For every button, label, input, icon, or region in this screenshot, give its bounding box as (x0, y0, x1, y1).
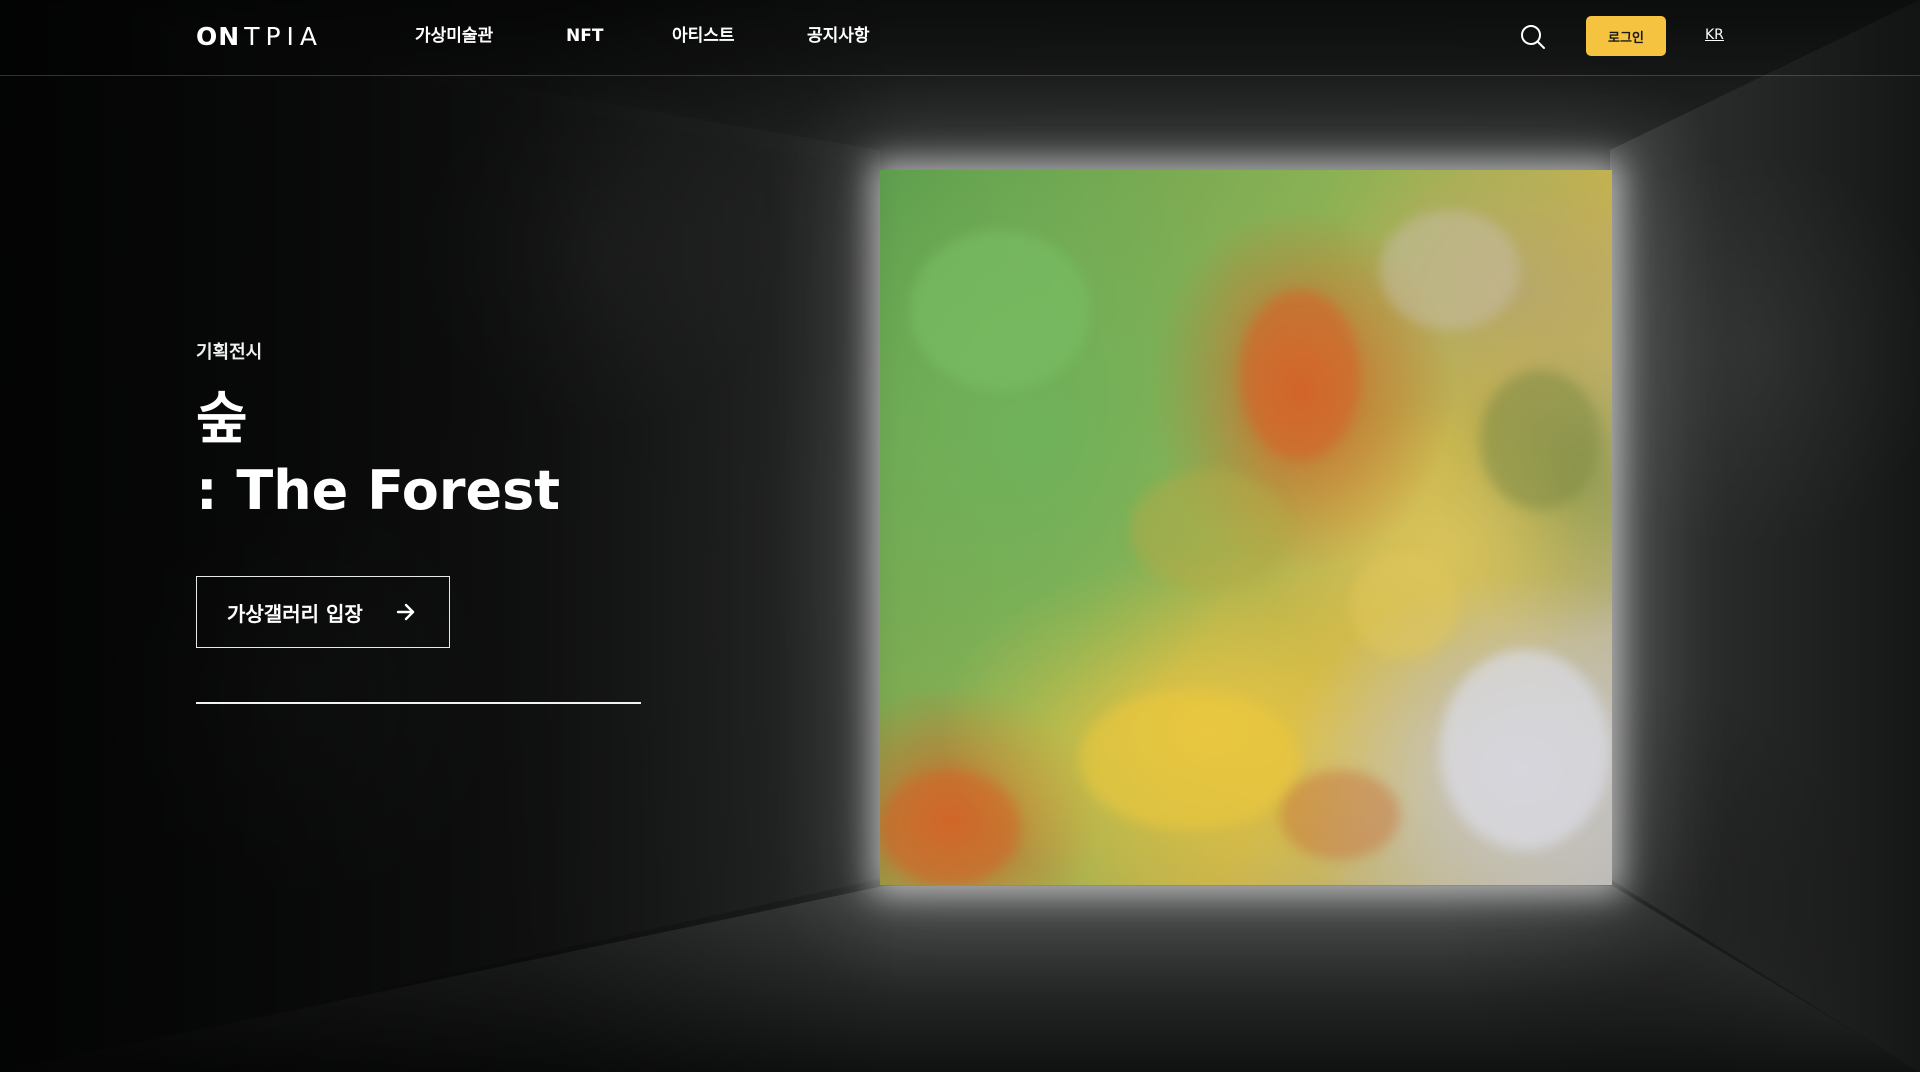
language-selector[interactable]: KR (1705, 27, 1724, 43)
exhibition-category: 기획전시 (196, 342, 263, 363)
nav-nft[interactable]: NFT (566, 24, 603, 48)
logo-bold-text: ON (196, 22, 241, 51)
ontpia-logo[interactable]: ON TPIA (196, 20, 323, 54)
nav-artists[interactable]: 아티스트 (672, 24, 735, 48)
exhibition-title-korean: 숲 (196, 387, 248, 452)
hero-stage: ON TPIA 가상미술관 NFT 아티스트 공지사항 로그인 KR 기획전시 숲… (0, 0, 1920, 1072)
login-button[interactable]: 로그인 (1586, 16, 1666, 56)
hero-divider (196, 702, 641, 704)
enter-virtual-gallery-button[interactable]: 가상갤러리 입장 (196, 576, 450, 648)
search-icon (1521, 25, 1545, 49)
nav-virtual-museum[interactable]: 가상미술관 (415, 24, 493, 48)
top-navigation-bar: ON TPIA 가상미술관 NFT 아티스트 공지사항 로그인 KR (0, 0, 1920, 76)
nav-notices[interactable]: 공지사항 (807, 24, 870, 48)
search-button[interactable] (1518, 22, 1548, 52)
logo-light-text: TPIA (244, 22, 324, 51)
left-shade (0, 0, 900, 1072)
arrow-right-icon (396, 603, 415, 621)
exhibition-title-english: : The Forest (196, 459, 561, 522)
forest-artwork (880, 170, 1612, 885)
enter-button-label: 가상갤러리 입장 (227, 601, 363, 626)
